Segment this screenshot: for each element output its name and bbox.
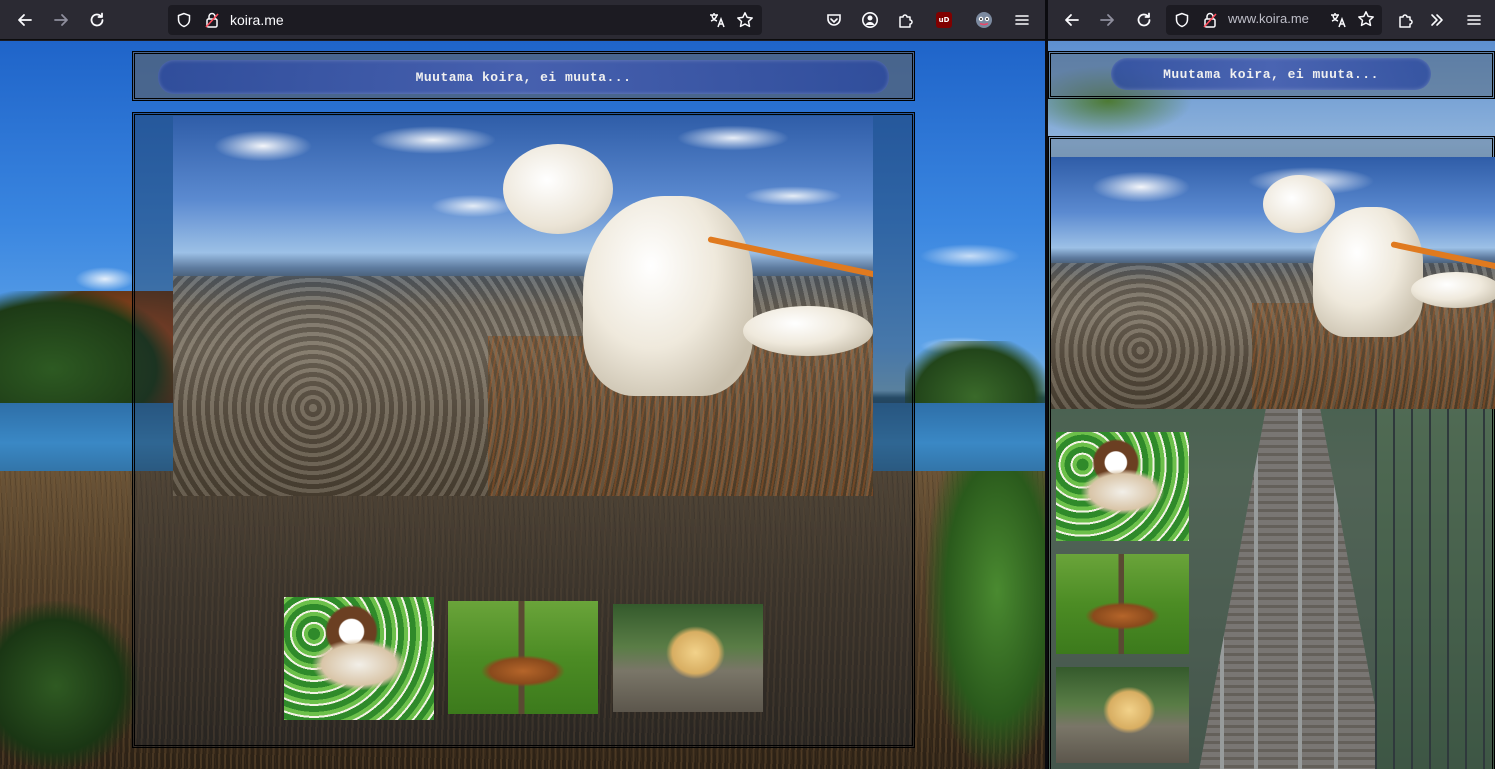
reload-icon xyxy=(90,12,104,27)
dog-tail xyxy=(1411,272,1495,308)
site-title: Muutama koira, ei muuta... xyxy=(1163,66,1379,82)
url-bar[interactable]: koira.me xyxy=(168,5,762,35)
account-icon xyxy=(862,12,878,28)
translate-icon[interactable] xyxy=(708,11,726,29)
forward-arrow-icon xyxy=(54,14,68,26)
back-button[interactable] xyxy=(1058,6,1086,34)
back-button[interactable] xyxy=(11,6,39,34)
extensions-button[interactable] xyxy=(1392,6,1420,34)
page-content: Muutama koira, ei muuta... xyxy=(1048,41,1495,769)
back-arrow-icon xyxy=(1065,14,1079,26)
thumbnail-dog-2[interactable] xyxy=(448,601,598,714)
star-icon[interactable] xyxy=(736,11,754,29)
tracking-protection-shield-icon[interactable] xyxy=(176,12,192,28)
overflow-menu-button[interactable] xyxy=(1423,6,1451,34)
dog-body xyxy=(1313,207,1423,337)
puzzle-icon xyxy=(899,14,913,28)
back-arrow-icon xyxy=(18,14,32,26)
reload-button[interactable] xyxy=(83,6,111,34)
pocket-icon xyxy=(827,14,841,26)
thumbnail-dog-1[interactable] xyxy=(1056,432,1189,541)
translate-icon[interactable] xyxy=(1329,11,1347,29)
site-title: Muutama koira, ei muuta... xyxy=(415,69,632,85)
dog-tail xyxy=(743,306,873,356)
hamburger-menu-icon xyxy=(1015,15,1029,25)
dog-head xyxy=(1263,175,1335,233)
reload-button[interactable] xyxy=(1130,6,1158,34)
ublock-origin-icon: uD xyxy=(936,12,952,28)
url-text[interactable]: koira.me xyxy=(230,12,284,28)
browser-window-left: koira.me uD Muutama koira, ei muuta... xyxy=(0,0,1045,769)
site-title-pill: Muutama koira, ei muuta... xyxy=(158,60,889,94)
page-content: Muutama koira, ei muuta... xyxy=(0,41,1045,769)
url-text[interactable]: www.koira.me xyxy=(1228,11,1309,26)
profile-button[interactable] xyxy=(970,6,998,34)
url-bar[interactable]: www.koira.me xyxy=(1166,5,1382,35)
site-header: Muutama koira, ei muuta... xyxy=(132,51,915,101)
profile-avatar-icon xyxy=(976,12,992,28)
app-menu-button[interactable] xyxy=(1460,6,1488,34)
star-icon[interactable] xyxy=(1357,10,1375,28)
thumbnail-dog-1[interactable] xyxy=(284,597,434,720)
app-menu-button[interactable] xyxy=(1008,6,1036,34)
gallery-frame xyxy=(1048,136,1495,769)
thumbnail-dog-2[interactable] xyxy=(1056,554,1189,654)
thumbnail-dog-3[interactable] xyxy=(613,604,763,712)
background-leaves xyxy=(925,471,1045,769)
forward-button[interactable] xyxy=(1093,6,1121,34)
browser-toolbar: www.koira.me xyxy=(1048,0,1495,40)
hero-dog-photo[interactable] xyxy=(1051,157,1495,409)
hero-dog-photo[interactable] xyxy=(173,116,873,496)
gallery-frame xyxy=(132,112,915,748)
tracking-protection-shield-icon[interactable] xyxy=(1174,12,1190,28)
account-button[interactable] xyxy=(856,6,884,34)
dog-head xyxy=(503,144,613,234)
site-title-pill: Muutama koira, ei muuta... xyxy=(1111,58,1431,90)
insecure-lock-icon[interactable] xyxy=(1202,11,1218,29)
chevron-double-right-icon xyxy=(1431,14,1443,26)
background-leaves xyxy=(0,601,140,769)
site-header: Muutama koira, ei muuta... xyxy=(1048,51,1495,99)
dog-body xyxy=(583,196,753,396)
pocket-button[interactable] xyxy=(820,6,848,34)
puzzle-icon xyxy=(1399,14,1413,28)
extensions-button[interactable] xyxy=(892,6,920,34)
insecure-lock-icon[interactable] xyxy=(204,11,220,29)
reload-icon xyxy=(1137,12,1151,27)
browser-toolbar: koira.me uD xyxy=(0,0,1045,40)
browser-window-right: www.koira.me Muutama koira, ei muuta... xyxy=(1048,0,1495,769)
thumbnail-dog-3[interactable] xyxy=(1056,667,1189,763)
forward-button[interactable] xyxy=(47,6,75,34)
forward-arrow-icon xyxy=(1100,14,1114,26)
ublock-origin-button[interactable]: uD xyxy=(930,6,958,34)
hamburger-menu-icon xyxy=(1467,15,1481,25)
